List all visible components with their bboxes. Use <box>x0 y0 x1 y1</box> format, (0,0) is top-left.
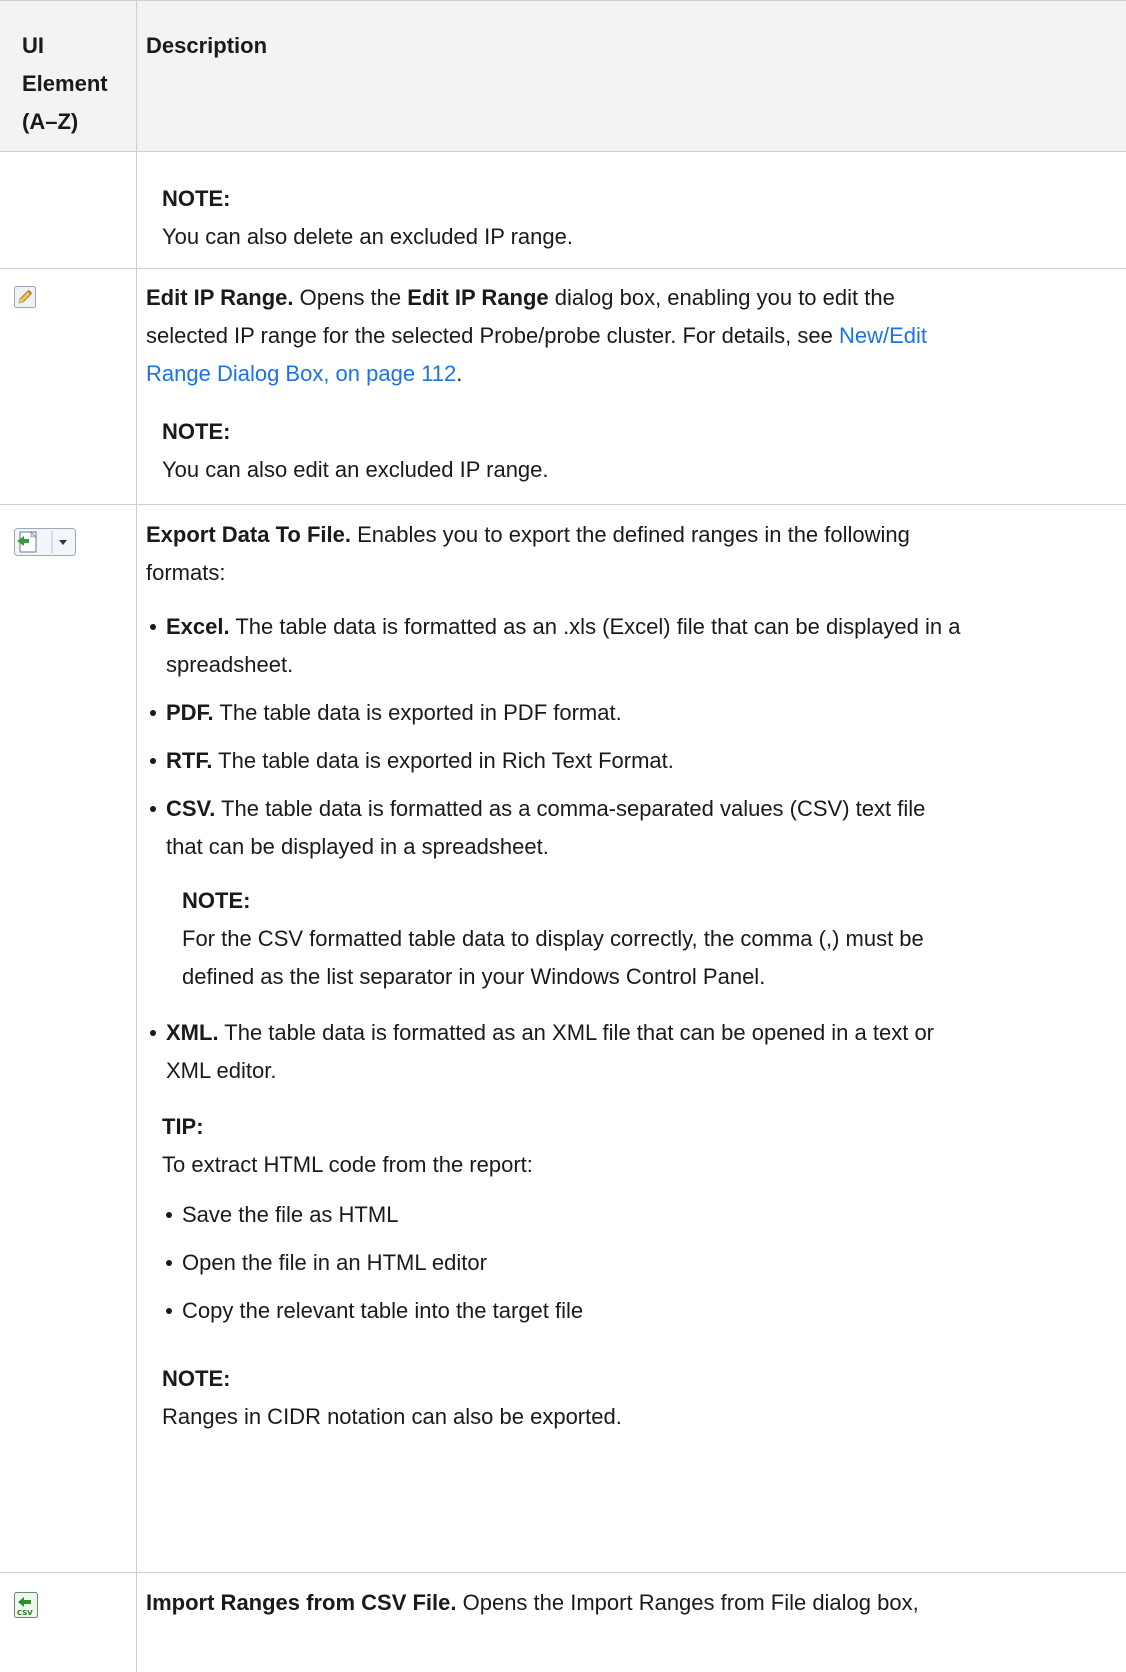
format-text: XML editor. <box>166 1058 277 1083</box>
format-text: The table data is formatted as a comma-s… <box>215 796 926 821</box>
list-item: Excel. The table data is formatted as an… <box>146 608 1110 684</box>
new-edit-range-link[interactable]: New/Edit <box>839 323 927 348</box>
header-element-line: Element <box>22 71 108 96</box>
list-item: PDF. The table data is exported in PDF f… <box>146 694 1110 732</box>
export-file-dropdown-icon[interactable] <box>14 528 76 568</box>
tip-step-list: Save the file as HTML Open the file in a… <box>162 1196 1110 1330</box>
format-name: PDF. <box>166 700 214 725</box>
column-header-ui-element: UI Element (A–Z) <box>22 27 122 141</box>
format-text: The table data is formatted as an .xls (… <box>229 614 961 639</box>
header-az-line: (A–Z) <box>22 109 79 134</box>
format-name: CSV. <box>166 796 216 821</box>
table-row-delete-continued: NOTE: You can also delete an excluded IP… <box>0 151 1126 269</box>
note-label: NOTE: <box>162 419 231 444</box>
tip-intro: To extract HTML code from the report: <box>162 1152 533 1177</box>
export-text: formats: <box>146 560 226 585</box>
import-csv-description: Import Ranges from CSV File. Opens the I… <box>146 1584 1110 1622</box>
format-text: that can be displayed in a spreadsheet. <box>166 834 549 859</box>
note-text: You can also edit an excluded IP range. <box>162 457 549 482</box>
note-label: NOTE: <box>162 186 231 211</box>
list-item: CSV. The table data is formatted as a co… <box>146 790 1110 996</box>
note-text: For the CSV formatted table data to disp… <box>182 926 924 951</box>
table-header-row: UI Element (A–Z) Description <box>0 1 1126 152</box>
tip-block: TIP: To extract HTML code from the repor… <box>162 1108 1110 1436</box>
list-item: Save the file as HTML <box>162 1196 1110 1234</box>
list-item: RTF. The table data is exported in Rich … <box>146 742 1110 780</box>
csv-note: NOTE: For the CSV formatted table data t… <box>182 882 1110 996</box>
tip-label: TIP: <box>162 1114 204 1139</box>
format-name: RTF. <box>166 748 213 773</box>
table-row-edit-ip-range: Edit IP Range. Opens the Edit IP Range d… <box>0 268 1126 505</box>
edit-text: . <box>456 361 463 386</box>
list-item: Copy the relevant table into the target … <box>162 1292 1110 1330</box>
import-csv-icon: CSV <box>14 1592 38 1630</box>
cidr-note: NOTE: Ranges in CIDR notation can also b… <box>162 1360 1110 1436</box>
pencil-edit-icon <box>14 282 36 320</box>
edit-text: Opens the <box>293 285 408 310</box>
export-text: Enables you to export the defined ranges… <box>350 522 910 547</box>
dialog-name: Edit IP Range <box>407 285 549 310</box>
ui-element-table: UI Element (A–Z) Description NOTE: You c… <box>0 0 1126 1672</box>
format-text: The table data is formatted as an XML fi… <box>218 1020 935 1045</box>
import-text: Opens the Import Ranges from File dialog… <box>456 1590 919 1615</box>
note-text: You can also delete an excluded IP range… <box>162 224 573 249</box>
edit-text: selected IP range for the selected Probe… <box>146 323 839 348</box>
edit-text: dialog box, enabling you to edit the <box>548 285 895 310</box>
column-header-description: Description <box>146 33 268 58</box>
note-text: Ranges in CIDR notation can also be expo… <box>162 1404 622 1429</box>
format-text: The table data is exported in Rich Text … <box>212 748 674 773</box>
note-label: NOTE: <box>182 888 251 913</box>
export-data-title: Export Data To File. <box>146 522 351 547</box>
export-format-list: Excel. The table data is formatted as an… <box>146 608 1110 1090</box>
edit-ip-range-description: Edit IP Range. Opens the Edit IP Range d… <box>146 279 1110 489</box>
table-row-import-csv: CSV Import Ranges from CSV File. Opens t… <box>0 1572 1126 1672</box>
edit-note: NOTE: You can also edit an excluded IP r… <box>162 413 1110 489</box>
svg-text:CSV: CSV <box>17 1609 33 1617</box>
format-text: spreadsheet. <box>166 652 294 677</box>
format-name: Excel. <box>166 614 230 639</box>
import-csv-title: Import Ranges from CSV File. <box>146 1590 457 1615</box>
edit-ip-range-title: Edit IP Range. <box>146 285 294 310</box>
list-item: Open the file in an HTML editor <box>162 1244 1110 1282</box>
header-ui-line: UI <box>22 33 44 58</box>
list-item: XML. The table data is formatted as an X… <box>146 1014 1110 1090</box>
format-text: The table data is exported in PDF format… <box>213 700 622 725</box>
note-text: defined as the list separator in your Wi… <box>182 964 766 989</box>
note-label: NOTE: <box>162 1366 231 1391</box>
delete-note: NOTE: You can also delete an excluded IP… <box>162 180 1126 256</box>
new-edit-range-link[interactable]: Range Dialog Box, on page 112 <box>146 361 456 386</box>
format-name: XML. <box>166 1020 219 1045</box>
table-row-export-data: Export Data To File. Enables you to expo… <box>0 504 1126 1573</box>
export-data-description: Export Data To File. Enables you to expo… <box>146 516 1110 1436</box>
